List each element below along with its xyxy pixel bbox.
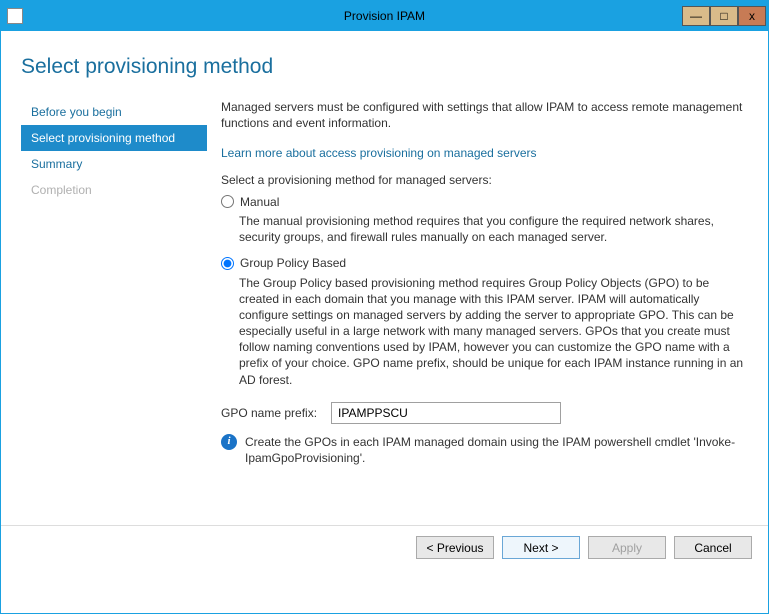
gpo-description: The Group Policy based provisioning meth… (239, 275, 748, 388)
next-button[interactable]: Next > (502, 536, 580, 559)
window-title: Provision IPAM (1, 9, 768, 23)
minimize-button[interactable]: — (682, 6, 710, 26)
content-area: Select provisioning method Before you be… (1, 31, 768, 569)
gpo-label[interactable]: Group Policy Based (240, 255, 346, 271)
manual-radio[interactable] (221, 195, 234, 208)
close-button[interactable]: x (738, 6, 766, 26)
manual-option-row: Manual (221, 194, 748, 210)
app-icon (7, 8, 23, 24)
nav-summary[interactable]: Summary (21, 151, 207, 177)
info-row: i Create the GPOs in each IPAM managed d… (221, 434, 748, 466)
wizard-nav: Before you begin Select provisioning met… (21, 99, 207, 466)
gpo-prefix-label: GPO name prefix: (221, 405, 331, 421)
gpo-prefix-input[interactable] (331, 402, 561, 424)
manual-label[interactable]: Manual (240, 194, 279, 210)
main-panel: Managed servers must be configured with … (207, 99, 748, 466)
gpo-radio[interactable] (221, 257, 234, 270)
window-controls: — □ x (682, 6, 766, 26)
intro-text: Managed servers must be configured with … (221, 99, 748, 131)
titlebar: Provision IPAM — □ x (1, 1, 768, 31)
nav-before-you-begin[interactable]: Before you begin (21, 99, 207, 125)
nav-select-provisioning-method[interactable]: Select provisioning method (21, 125, 207, 151)
apply-button: Apply (588, 536, 666, 559)
select-prompt: Select a provisioning method for managed… (221, 172, 748, 188)
maximize-button[interactable]: □ (710, 6, 738, 26)
gpo-prefix-row: GPO name prefix: (221, 402, 748, 424)
wizard-footer: < Previous Next > Apply Cancel (1, 525, 768, 569)
nav-completion: Completion (21, 177, 207, 203)
page-heading: Select provisioning method (21, 55, 748, 79)
manual-description: The manual provisioning method requires … (239, 213, 748, 245)
cancel-button[interactable]: Cancel (674, 536, 752, 559)
info-icon: i (221, 434, 237, 450)
gpo-option-row: Group Policy Based (221, 255, 748, 271)
learn-more-link[interactable]: Learn more about access provisioning on … (221, 145, 537, 161)
previous-button[interactable]: < Previous (416, 536, 494, 559)
info-text: Create the GPOs in each IPAM managed dom… (245, 434, 748, 466)
